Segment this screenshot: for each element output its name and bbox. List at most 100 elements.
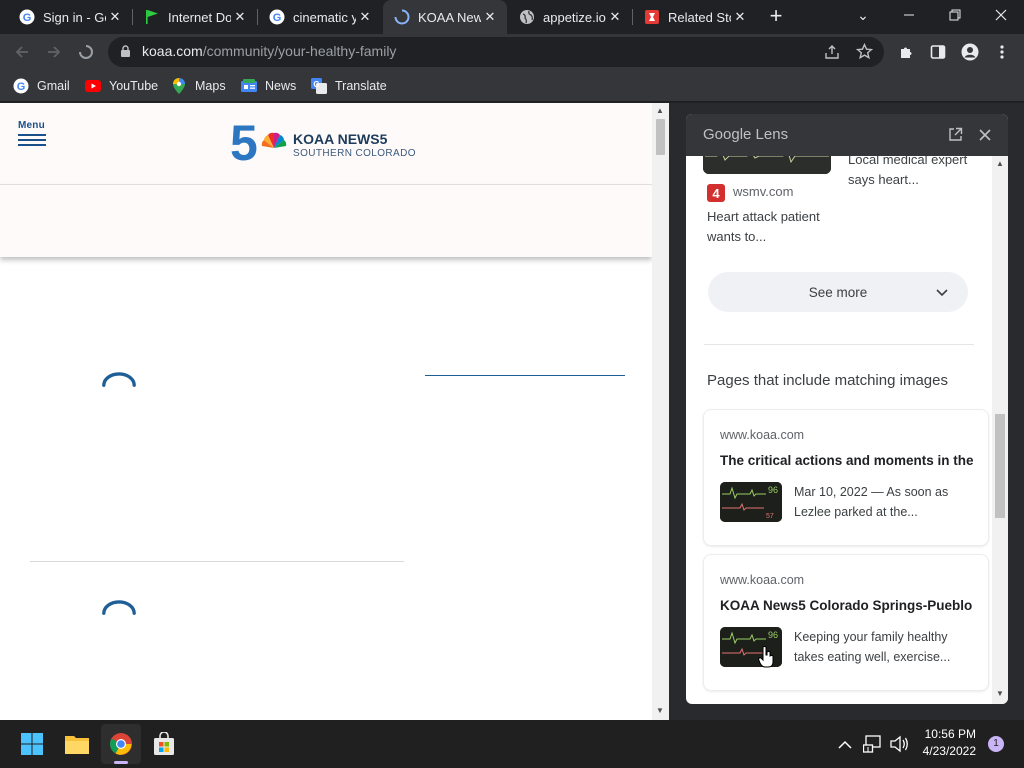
see-more-button[interactable]: See more (708, 272, 968, 312)
loading-spinner-icon (102, 600, 136, 615)
koaa-logo[interactable]: 5 KOAA NEWS5 SOUTHERN COLORADO (230, 118, 430, 164)
chrome-taskbar-button[interactable] (101, 724, 141, 764)
tab-related-stories[interactable]: Related Stories ✕ (633, 0, 757, 34)
tab-appetize[interactable]: appetize.io ✕ (508, 0, 632, 34)
side-panel-button[interactable] (924, 38, 952, 66)
tab-cinematic[interactable]: G cinematic youtube ✕ (258, 0, 382, 34)
volume-icon[interactable] (889, 735, 909, 758)
tab-internet-download-manager[interactable]: Internet Download Manager ✕ (133, 0, 257, 34)
new-tab-button[interactable]: + (764, 5, 788, 29)
red-app-icon (644, 9, 660, 25)
tab-search-button[interactable]: ⌄ (840, 0, 886, 30)
start-button[interactable] (12, 724, 52, 764)
chrome-menu-button[interactable] (988, 38, 1016, 66)
show-hidden-icons-button[interactable] (838, 737, 852, 755)
close-icon[interactable]: ✕ (731, 8, 749, 26)
clock-date[interactable]: 4/23/2022 (912, 744, 976, 758)
lens-scrollbar[interactable]: ▲ ▼ (992, 156, 1008, 704)
card-thumbnail: 96 57 (720, 482, 782, 522)
lens-results: Local medical expert says heart... 4 wsm… (686, 156, 992, 704)
loading-spinner-icon (102, 372, 136, 387)
tab-title: KOAA News5 (418, 9, 481, 25)
network-icon[interactable] (862, 735, 883, 758)
close-icon[interactable]: ✕ (106, 8, 124, 26)
scroll-up-icon[interactable]: ▲ (656, 106, 664, 115)
close-icon[interactable]: ✕ (481, 8, 499, 26)
close-icon[interactable]: ✕ (606, 8, 624, 26)
page-scrollbar[interactable]: ▲ ▼ (652, 103, 669, 720)
section-heading: Pages that include matching images (707, 372, 948, 389)
card-title[interactable]: KOAA News5 Colorado Springs-Pueblo (720, 598, 976, 613)
minimize-icon (904, 14, 914, 16)
bookmark-label: News (265, 79, 297, 93)
close-icon[interactable]: ✕ (231, 8, 249, 26)
tab-koaa-news[interactable]: KOAA News5 ✕ (383, 0, 507, 34)
card-domain: www.koaa.com (720, 573, 805, 587)
svg-text:96: 96 (768, 485, 778, 495)
bookmark-news[interactable]: News (241, 76, 296, 96)
tab-sign-in[interactable]: G Sign in - Google ✕ (8, 0, 132, 34)
bookmark-label: Gmail (37, 79, 70, 93)
card-snippet: Mar 10, 2022 — As soon as Lezlee parked … (794, 485, 949, 519)
share-icon[interactable] (824, 44, 840, 65)
active-app-indicator (114, 761, 128, 764)
close-window-button[interactable] (978, 0, 1024, 30)
tab-strip: G Sign in - Google ✕ Internet Download M… (0, 0, 1024, 34)
svg-text:5: 5 (230, 118, 258, 164)
site-header: Menu 5 KOAA NEWS5 SOUTHERN COLORADO (0, 103, 652, 185)
result-domain: wsmv.com (733, 184, 794, 199)
matching-page-card[interactable]: www.koaa.com KOAA News5 Colorado Springs… (703, 554, 989, 691)
puzzle-icon (901, 47, 912, 58)
result-caption[interactable]: Heart attack patient wants to... (707, 207, 837, 247)
stop-loading-button[interactable] (72, 38, 100, 66)
minimize-button[interactable] (886, 0, 932, 30)
forward-button[interactable] (40, 38, 68, 66)
scrollbar-thumb[interactable] (995, 414, 1005, 518)
svg-text:G: G (313, 80, 319, 89)
notification-badge[interactable]: 1 (988, 736, 1004, 752)
card-snippet: Keeping your family healthy takes eating… (794, 630, 951, 664)
back-button[interactable] (8, 38, 36, 66)
close-icon[interactable]: ✕ (356, 8, 374, 26)
section-divider (30, 561, 404, 562)
scrollbar-thumb[interactable] (656, 119, 665, 155)
restore-button[interactable] (932, 0, 978, 30)
card-title[interactable]: The critical actions and moments in the (720, 453, 976, 468)
bookmark-youtube[interactable]: YouTube (85, 76, 158, 96)
open-in-new-tab-icon[interactable] (948, 127, 963, 147)
menu-label: Menu (18, 120, 45, 131)
bookmarks-bar: G Gmail YouTube Maps News G Translate (0, 70, 1024, 102)
close-icon[interactable] (979, 128, 991, 146)
microsoft-store-button[interactable] (144, 724, 184, 764)
lens-header: Google Lens (686, 114, 1008, 156)
menu-button[interactable]: Menu (18, 120, 48, 146)
hamburger-icon (18, 134, 46, 136)
bookmark-maps[interactable]: Maps (171, 76, 226, 96)
result-caption[interactable]: Local medical expert says heart... (848, 156, 973, 190)
news-icon (241, 78, 257, 94)
see-more-label: See more (808, 284, 868, 300)
file-explorer-button[interactable] (57, 724, 97, 764)
extensions-button[interactable] (892, 38, 920, 66)
clock-time[interactable]: 10:56 PM (912, 727, 976, 741)
result-thumbnail[interactable] (703, 156, 831, 174)
scroll-down-icon[interactable]: ▼ (996, 689, 1004, 698)
lens-title: Google Lens (703, 126, 789, 143)
star-icon[interactable] (855, 42, 874, 65)
close-icon (995, 9, 1007, 21)
bookmark-translate[interactable]: G Translate (311, 76, 387, 96)
address-bar[interactable]: koaa.com/community/your-healthy-family (108, 37, 884, 67)
svg-text:G: G (23, 12, 32, 24)
tab-title: Related Stories (668, 9, 731, 25)
google-icon: G (19, 9, 35, 25)
scroll-up-icon[interactable]: ▲ (996, 159, 1004, 168)
logo-subtitle: SOUTHERN COLORADO (293, 148, 416, 159)
green-flag-icon (144, 9, 160, 25)
section-divider (425, 375, 625, 376)
windows-logo-icon (21, 733, 43, 755)
matching-page-card[interactable]: www.koaa.com The critical actions and mo… (703, 409, 989, 546)
profile-button[interactable] (956, 38, 984, 66)
scroll-down-icon[interactable]: ▼ (656, 706, 664, 715)
bookmark-gmail[interactable]: G Gmail (13, 76, 70, 96)
person-icon (961, 43, 979, 61)
